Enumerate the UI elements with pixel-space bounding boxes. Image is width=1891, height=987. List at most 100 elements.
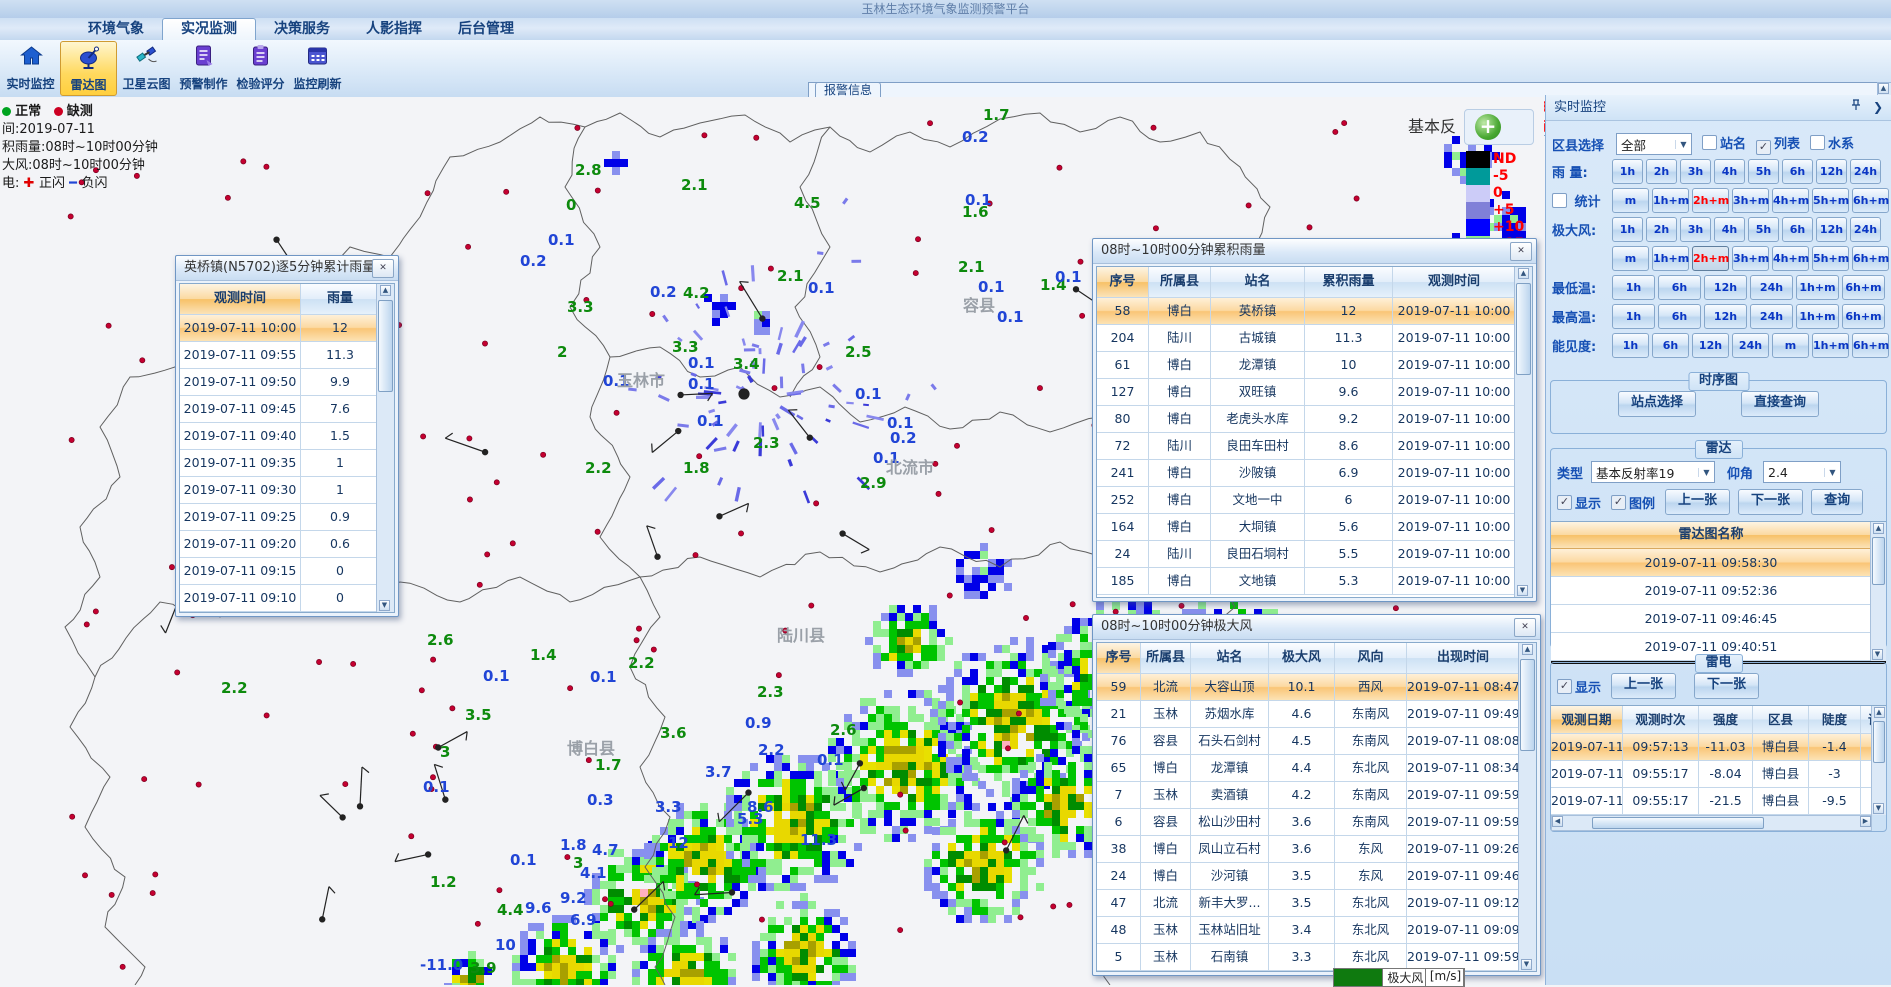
pin-icon[interactable] <box>1851 100 1865 114</box>
column-header-1[interactable]: 序号 <box>1097 267 1149 297</box>
period-button-1h[interactable]: 1h <box>1612 159 1643 184</box>
menu-item-4[interactable]: 人影指挥 <box>348 19 440 40</box>
station-rain-popup[interactable]: 英桥镇(N5702)逐5分钟累计雨量 ✕ 观测时间雨量2019-07-11 10… <box>175 255 399 617</box>
table-row[interactable]: 2019-07-11 09:401.5 <box>180 423 394 450</box>
table-row[interactable]: 2019-07-11 09:457.6 <box>180 396 394 423</box>
column-header-5[interactable]: 陡度 <box>1809 706 1861 733</box>
column-header-3[interactable]: 站名 <box>1211 267 1305 297</box>
period-button-6h+m[interactable]: 6h+m <box>1852 333 1889 358</box>
period-button-m[interactable]: m <box>1612 246 1649 271</box>
period-button-24h[interactable]: 24h <box>1750 275 1793 300</box>
collapse-arrow-icon[interactable]: ❯ <box>1873 100 1883 114</box>
table-row[interactable]: 48玉林玉林站旧址3.4东北风2019-07-11 09:09 <box>1097 917 1536 944</box>
column-header-4[interactable]: 累积雨量 <box>1305 267 1393 297</box>
table-row[interactable]: 2019-07-11 09:509.9 <box>180 369 394 396</box>
period-button-24h[interactable]: 24h <box>1750 304 1793 329</box>
menu-item-2[interactable]: 实况监测 <box>162 18 256 40</box>
next-image-button[interactable]: 下一张 <box>1738 489 1803 515</box>
period-button-3h+m[interactable]: 3h+m <box>1732 188 1769 213</box>
table-row[interactable]: 127博白双旺镇9.62019-07-11 10:00 <box>1097 379 1532 406</box>
popup-titlebar[interactable]: 08时~10时00分钟极大风 <box>1093 615 1540 640</box>
max-wind-popup[interactable]: 08时~10时00分钟极大风 ✕ 序号所属县站名极大风风向出现时间59北流大容山… <box>1092 614 1541 976</box>
period-button-1h+m[interactable]: 1h+m <box>1796 304 1839 329</box>
column-header-1[interactable]: 观测时间 <box>180 284 301 314</box>
period-button-1h+m[interactable]: 1h+m <box>1652 246 1689 271</box>
period-button-m[interactable]: m <box>1772 333 1809 358</box>
table-row[interactable]: 2019-07-11 09:200.6 <box>180 531 394 558</box>
period-button-3h+m[interactable]: 3h+m <box>1732 246 1769 271</box>
period-button-1h+m[interactable]: 1h+m <box>1812 333 1849 358</box>
lightning-row[interactable]: 2019-07-1109:57:13-11.03博白县-1.4 <box>1551 734 1886 761</box>
column-header-4[interactable]: 极大风 <box>1269 643 1335 673</box>
period-button-1h+m[interactable]: 1h+m <box>1796 275 1839 300</box>
toolbar-button-3[interactable]: 卫星云图 <box>119 41 174 94</box>
table-row[interactable]: 204陆川古城镇11.32019-07-11 10:00 <box>1097 325 1532 352</box>
legend-checkbox[interactable]: ✓ <box>1611 495 1626 510</box>
column-header-1[interactable]: 观测日期 <box>1551 706 1623 733</box>
period-button-6h+m[interactable]: 6h+m <box>1842 275 1885 300</box>
table-row[interactable]: 7玉林卖酒镇4.2东南风2019-07-11 09:59 <box>1097 782 1536 809</box>
radar-type-select[interactable]: 基本反射率19 ▼ <box>1591 461 1715 483</box>
window-titlebar[interactable]: 玉林生态环境气象监测预警平台 <box>0 0 1891 18</box>
table-row[interactable]: 164博白大垌镇5.62019-07-11 10:00 <box>1097 514 1532 541</box>
period-button-6h+m[interactable]: 6h+m <box>1842 304 1885 329</box>
toolbar-button-2[interactable]: 雷达图 <box>60 41 117 96</box>
column-header-5[interactable]: 风向 <box>1335 643 1407 673</box>
table-row[interactable]: 2019-07-11 09:301 <box>180 477 394 504</box>
table-row[interactable]: 47北流新丰大罗...3.5东北风2019-07-11 09:12 <box>1097 890 1536 917</box>
period-button-24h[interactable]: 24h <box>1732 333 1769 358</box>
radar-list-item[interactable]: 2019-07-11 09:58:30 <box>1551 549 1871 577</box>
lightning-row[interactable]: 2019-07-1109:55:17-8.04博白县-3 <box>1551 761 1886 788</box>
period-button-12h[interactable]: 12h <box>1692 333 1729 358</box>
period-button-24h[interactable]: 24h <box>1850 159 1881 184</box>
column-header-4[interactable]: 区县 <box>1753 706 1809 733</box>
close-icon[interactable]: ✕ <box>1514 618 1536 637</box>
lightning-hscrollbar[interactable]: ◀ ▶ <box>1551 815 1872 831</box>
table-row[interactable]: 76容县石头石剑村4.5东南风2019-07-11 08:08 <box>1097 728 1536 755</box>
table-row[interactable]: 6容县松山沙田村3.6东南风2019-07-11 09:59 <box>1097 809 1536 836</box>
table-row[interactable]: 80博白老虎头水库9.22019-07-11 10:00 <box>1097 406 1532 433</box>
direct-query-button[interactable]: 直接查询 <box>1741 391 1819 417</box>
table-row[interactable]: 2019-07-11 09:250.9 <box>180 504 394 531</box>
period-button-2h[interactable]: 2h <box>1646 217 1677 242</box>
period-button-1h[interactable]: 1h <box>1612 217 1643 242</box>
table-row[interactable]: 241博白沙陂镇6.92019-07-11 10:00 <box>1097 460 1532 487</box>
radar-list-scrollbar[interactable]: ▲▼ <box>1870 522 1886 661</box>
checkbox-站名[interactable] <box>1702 135 1717 150</box>
column-header-3[interactable]: 强度 <box>1699 706 1753 733</box>
period-button-m[interactable]: m <box>1612 188 1649 213</box>
stats-checkbox[interactable] <box>1552 193 1567 208</box>
panel-header[interactable]: 实时监控 ❯ <box>1546 95 1891 121</box>
table-row[interactable]: 185博白文地镇5.32019-07-11 10:00 <box>1097 568 1532 595</box>
table-row[interactable]: 72陆川良田车田村8.62019-07-11 10:00 <box>1097 433 1532 460</box>
prev-image-button[interactable]: 上一张 <box>1665 489 1730 515</box>
period-button-1h[interactable]: 1h <box>1612 275 1655 300</box>
table-row[interactable]: 61博白龙潭镇102019-07-11 10:00 <box>1097 352 1532 379</box>
period-button-6h[interactable]: 6h <box>1652 333 1689 358</box>
close-icon[interactable]: ✕ <box>372 259 394 278</box>
table-row[interactable]: 59北流大容山顶10.1西风2019-07-11 08:47 <box>1097 674 1536 701</box>
column-header-6[interactable]: 出现时间 <box>1407 643 1520 673</box>
column-header-3[interactable]: 站名 <box>1191 643 1269 673</box>
radar-list-item[interactable]: 2019-07-11 09:52:36 <box>1551 577 1871 605</box>
scroll-up-icon[interactable]: ▲ <box>1878 83 1889 94</box>
period-button-12h[interactable]: 12h <box>1704 275 1747 300</box>
table-row[interactable]: 2019-07-11 10:0012 <box>180 315 394 342</box>
table-row[interactable]: 5玉林石南镇3.3东北风2019-07-11 09:59 <box>1097 944 1536 971</box>
period-button-2h[interactable]: 2h <box>1646 159 1677 184</box>
close-icon[interactable]: ✕ <box>1510 242 1532 261</box>
period-button-6h[interactable]: 6h <box>1658 304 1701 329</box>
menu-item-3[interactable]: 决策服务 <box>256 19 348 40</box>
next-image-button[interactable]: 下一张 <box>1694 673 1759 699</box>
period-button-1h[interactable]: 1h <box>1612 304 1655 329</box>
district-select[interactable]: 全部 ▼ <box>1616 133 1692 155</box>
period-button-3h[interactable]: 3h <box>1680 217 1711 242</box>
table-row[interactable]: 2019-07-11 09:5511.3 <box>180 342 394 369</box>
column-header-2[interactable]: 雨量 <box>301 284 380 314</box>
prev-image-button[interactable]: 上一张 <box>1611 673 1676 699</box>
period-button-12h[interactable]: 12h <box>1816 159 1847 184</box>
period-button-6h[interactable]: 6h <box>1658 275 1701 300</box>
period-button-12h[interactable]: 12h <box>1816 217 1847 242</box>
column-header-2[interactable]: 观测时次 <box>1623 706 1699 733</box>
table-vscrollbar[interactable]: ▲▼ <box>376 284 394 612</box>
